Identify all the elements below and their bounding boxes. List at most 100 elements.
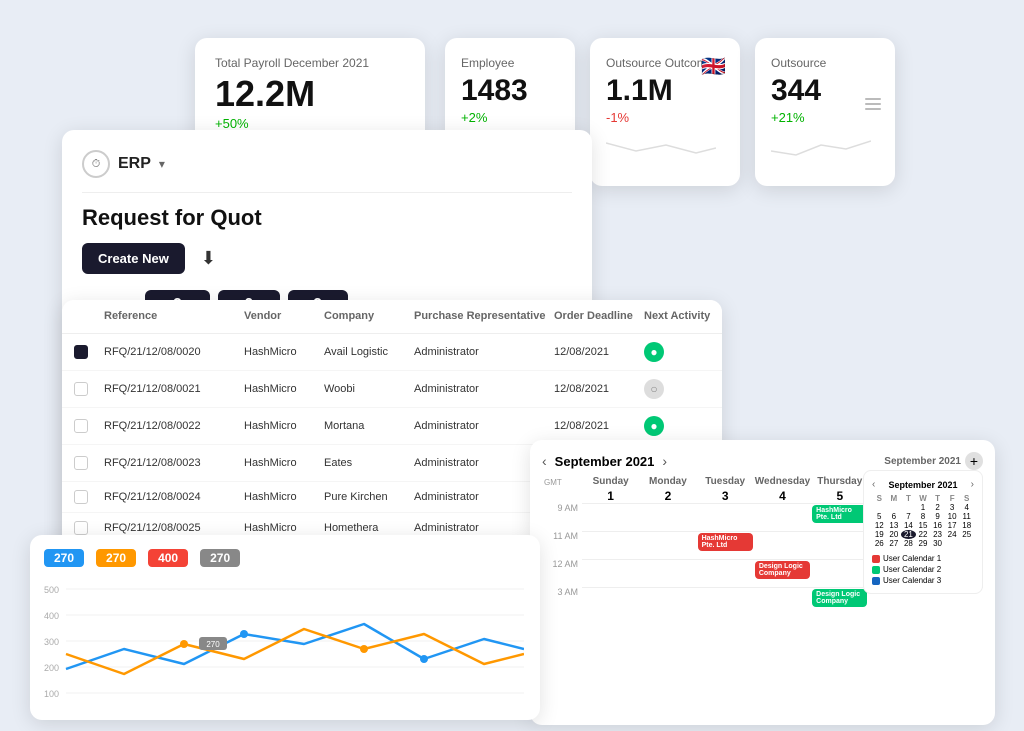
chart-card: 270 270 400 270 500 400 300 200 100 [30, 535, 540, 720]
cal-cell-1-12pm [582, 559, 639, 587]
cal-add-button[interactable]: + [965, 452, 983, 470]
badge-blue: 270 [44, 549, 84, 567]
legend-label-2: User Calendar 2 [883, 565, 941, 574]
mini-cal-header: ‹ September 2021 › [872, 479, 974, 490]
mini-cal-title: September 2021 [888, 480, 957, 490]
erp-title: ERP [118, 155, 151, 173]
cal-cell-5-12pm [811, 559, 868, 587]
cal-day-mon: Monday [639, 476, 696, 489]
payroll-value: 12.2M [215, 76, 405, 112]
svg-text:300: 300 [44, 637, 59, 647]
cal-legend: User Calendar 1 User Calendar 2 User Cal… [872, 554, 974, 585]
legend-label-3: User Calendar 3 [883, 576, 941, 585]
cell-deadline: 12/08/2021 [554, 346, 644, 358]
cell-activity: ○ [644, 379, 722, 399]
outcome-change: -1% [606, 110, 724, 125]
cal-cell-3-9am [697, 503, 754, 531]
cell-company: Pure Kirchen [324, 491, 414, 503]
cal-time-11am: 11 AM [542, 531, 582, 559]
cell-activity: ● [644, 342, 722, 362]
cell-company: Mortana [324, 420, 414, 432]
svg-text:400: 400 [44, 611, 59, 621]
erp-dropdown-icon[interactable]: ▾ [159, 157, 165, 171]
cal-cell-1-11am [582, 531, 639, 559]
legend-item-2: User Calendar 2 [872, 565, 974, 574]
row-checkbox[interactable] [74, 490, 88, 504]
outsource-value: 344 [771, 76, 879, 106]
outsource-card: Outsource 344 +21% [755, 38, 895, 186]
create-new-button[interactable]: Create New [82, 243, 185, 274]
payroll-change: +50% [215, 116, 405, 131]
col-vendor: Vendor [244, 310, 324, 323]
cal-cell-3-11am: HashMicro Pte. Ltd [697, 531, 754, 559]
badge-blue-container: 270 [44, 549, 84, 567]
cell-vendor: HashMicro [244, 383, 324, 395]
cal-cell-1-3pm [582, 587, 639, 615]
cal-day-tue: Tuesday [697, 476, 754, 489]
row-checkbox[interactable] [74, 521, 88, 535]
cal-cell-3-3pm [697, 587, 754, 615]
legend-label-1: User Calendar 1 [883, 554, 941, 563]
cell-company: Avail Logistic [324, 346, 414, 358]
legend-dot-3 [872, 577, 880, 585]
cal-cell-4-9am [754, 503, 811, 531]
col-activity: Next Activity [644, 310, 722, 323]
table-row[interactable]: RFQ/21/12/08/0021 HashMicro Woobi Admini… [62, 371, 722, 408]
cal-cell-2-3pm [639, 587, 696, 615]
cal-cell-5-3pm: Design Logic Company [811, 587, 868, 615]
cell-activity: ● [644, 416, 722, 436]
download-button[interactable]: ⬇ [201, 248, 216, 269]
cal-time-3pm: 3 AM [542, 587, 582, 615]
cal-next-button[interactable]: › [662, 453, 667, 469]
page-title: Request for Quot [82, 205, 572, 231]
cell-deadline: 12/08/2021 [554, 383, 644, 395]
col-company: Company [324, 310, 414, 323]
cal-day-thu: Thursday [811, 476, 868, 489]
cell-ref: RFQ/21/12/08/0024 [104, 491, 244, 503]
cell-ref: RFQ/21/12/08/0022 [104, 420, 244, 432]
cal-cell-2-9am [639, 503, 696, 531]
mini-cal-grid: S M T W T F S 1234 567891011 12131415161… [872, 494, 974, 548]
erp-header: ⏱ ERP ▾ [82, 150, 572, 178]
gmt-label: GMT [542, 476, 582, 489]
cell-company: Eates [324, 457, 414, 469]
svg-text:100: 100 [44, 689, 59, 699]
cal-date-4: 4 [754, 489, 811, 503]
badge-grey: 270 [200, 549, 240, 567]
table-row[interactable]: RFQ/21/12/08/0020 HashMicro Avail Logist… [62, 334, 722, 371]
cal-cell-4-3pm [754, 587, 811, 615]
col-deadline: Order Deadline [554, 310, 644, 323]
row-checkbox[interactable] [74, 345, 88, 359]
calendar-card: ‹ September 2021 › September 2021 + GMT … [530, 440, 995, 725]
outsource-sparkline [771, 133, 871, 163]
outcome-sparkline [606, 133, 716, 163]
employee-label: Employee [461, 56, 559, 70]
cell-company: Woobi [324, 383, 414, 395]
mini-cal-prev[interactable]: ‹ [872, 479, 875, 490]
legend-item-1: User Calendar 1 [872, 554, 974, 563]
mini-cal-next[interactable]: › [971, 479, 974, 490]
cell-ref: RFQ/21/12/08/0025 [104, 522, 244, 534]
cal-event-thu3: Design Logic Company [812, 589, 867, 607]
cal-cell-5-11am [811, 531, 868, 559]
row-checkbox[interactable] [74, 419, 88, 433]
cal-date-1: 1 [582, 489, 639, 503]
row-checkbox[interactable] [74, 456, 88, 470]
cell-rep: Administrator [414, 346, 554, 358]
legend-dot-2 [872, 566, 880, 574]
cal-time-12pm: 12 AM [542, 559, 582, 587]
outsource-change: +21% [771, 110, 879, 125]
cell-vendor: HashMicro [244, 420, 324, 432]
badge-orange-container: 270 [96, 549, 136, 567]
table-header: Reference Vendor Company Purchase Repres… [62, 300, 722, 334]
cal-date-3: 3 [697, 489, 754, 503]
cal-label: September 2021 [884, 456, 961, 467]
svg-text:500: 500 [44, 585, 59, 595]
cell-deadline: 12/08/2021 [554, 420, 644, 432]
cal-prev-button[interactable]: ‹ [542, 453, 547, 469]
row-checkbox[interactable] [74, 382, 88, 396]
cal-cell-3-12pm [697, 559, 754, 587]
erp-logo-icon: ⏱ [82, 150, 110, 178]
cal-day-wed: Wednesday [754, 476, 811, 489]
outcome-value: 1.1M [606, 76, 724, 106]
